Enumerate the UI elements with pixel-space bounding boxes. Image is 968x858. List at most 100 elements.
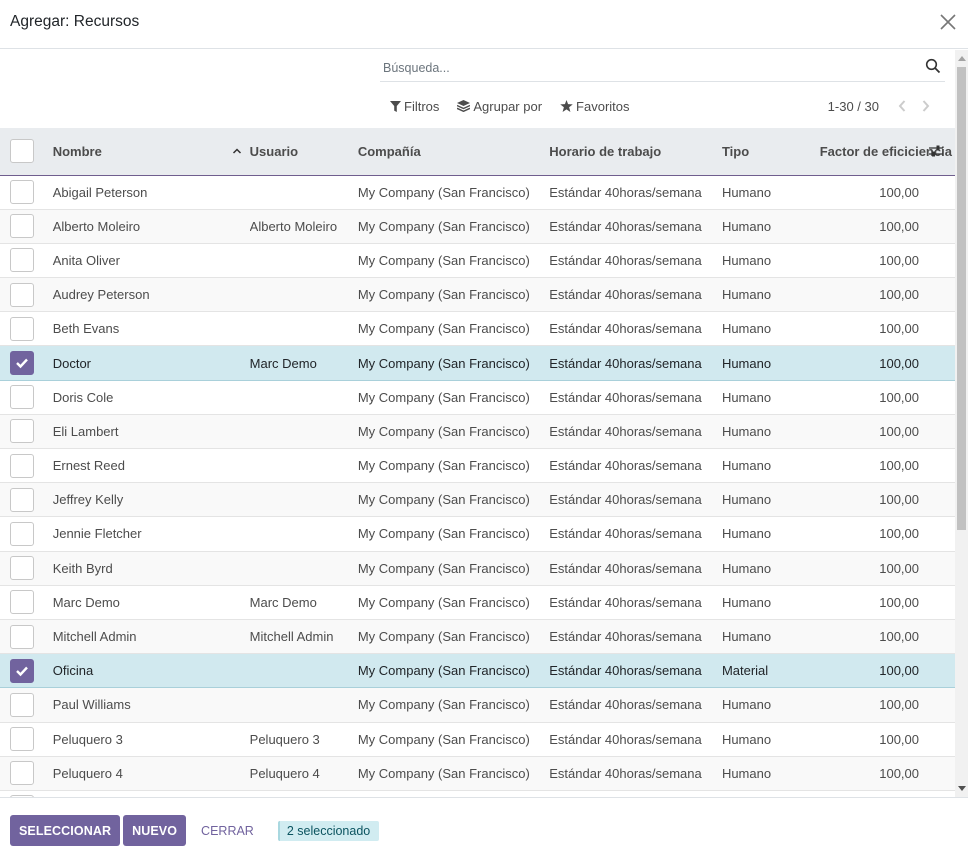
cell-type[interactable]: Humano: [722, 414, 820, 448]
column-header-type[interactable]: Tipo: [722, 128, 820, 175]
cell-schedule[interactable]: Estándar 40horas/semana: [549, 243, 722, 277]
cell-company[interactable]: My Company (San Francisco): [358, 483, 549, 517]
row-checkbox[interactable]: [10, 282, 34, 307]
cell-company[interactable]: My Company (San Francisco): [358, 619, 549, 653]
cell-user[interactable]: Marc Demo: [250, 346, 358, 380]
search-input[interactable]: [383, 58, 913, 78]
cell-schedule[interactable]: [549, 790, 722, 797]
cell-efficiency[interactable]: 100,00: [820, 175, 955, 209]
cell-name[interactable]: Abigail Peterson: [45, 175, 250, 209]
row-checkbox[interactable]: [10, 385, 34, 410]
cell-company[interactable]: [358, 790, 549, 797]
cell-user[interactable]: [250, 449, 358, 483]
row-checkbox[interactable]: [10, 692, 34, 717]
cell-efficiency[interactable]: 100,00: [820, 380, 955, 414]
cell-schedule[interactable]: Estándar 40horas/semana: [549, 483, 722, 517]
cell-company[interactable]: My Company (San Francisco): [358, 312, 549, 346]
new-button[interactable]: NUEVO: [123, 815, 187, 846]
cell-name[interactable]: Paul Williams: [45, 688, 250, 722]
cell-user[interactable]: [250, 551, 358, 585]
cell-efficiency[interactable]: 100,00: [820, 346, 955, 380]
cell-company[interactable]: My Company (San Francisco): [358, 722, 549, 756]
table-row[interactable]: Oficina My Company (San Francisco) Estánda…: [0, 653, 955, 688]
cell-user[interactable]: [250, 517, 358, 551]
cell-efficiency[interactable]: 100,00: [820, 414, 955, 448]
cell-company[interactable]: My Company (San Francisco): [358, 278, 549, 312]
cell-user[interactable]: [250, 654, 358, 688]
cell-efficiency[interactable]: 100,00: [820, 449, 955, 483]
cell-schedule[interactable]: Estándar 40horas/semana: [549, 722, 722, 756]
cell-efficiency[interactable]: 100,00: [820, 688, 955, 722]
scroll-up-arrow-icon[interactable]: [958, 56, 966, 61]
cell-user[interactable]: Peluquero 4: [250, 756, 358, 790]
filters-button[interactable]: Filtros: [390, 99, 439, 114]
cell-efficiency[interactable]: 100,00: [820, 585, 955, 619]
row-checkbox[interactable]: [10, 453, 34, 478]
row-checkbox[interactable]: [10, 487, 34, 512]
column-header-user[interactable]: Usuario: [250, 128, 358, 175]
cell-company[interactable]: My Company (San Francisco): [358, 209, 549, 243]
cell-type[interactable]: Humano: [722, 551, 820, 585]
cell-schedule[interactable]: Estándar 40horas/semana: [549, 517, 722, 551]
cell-efficiency[interactable]: 100,00: [820, 243, 955, 277]
cell-schedule[interactable]: Estándar 40horas/semana: [549, 756, 722, 790]
cell-type[interactable]: Humano: [722, 346, 820, 380]
cell-type[interactable]: Humano: [722, 209, 820, 243]
cell-company[interactable]: My Company (San Francisco): [358, 551, 549, 585]
cell-user[interactable]: [250, 312, 358, 346]
cell-efficiency[interactable]: 100,00: [820, 517, 955, 551]
column-header-name[interactable]: Nombre: [45, 128, 250, 175]
row-checkbox[interactable]: [10, 590, 34, 615]
close-dialog-button[interactable]: CERRAR: [189, 815, 266, 846]
cell-name[interactable]: Alberto Moleiro: [45, 209, 250, 243]
cell-user[interactable]: [250, 243, 358, 277]
cell-type[interactable]: Humano: [722, 756, 820, 790]
select-button[interactable]: SELECCIONAR: [10, 815, 121, 846]
cell-type[interactable]: Humano: [722, 243, 820, 277]
close-button[interactable]: [938, 12, 958, 32]
cell-name[interactable]: Jeffrey Kelly: [45, 483, 250, 517]
table-row[interactable]: Alberto Moleiro Alberto Moleiro My Company…: [0, 209, 955, 244]
cell-name[interactable]: Peluquero 4: [45, 756, 250, 790]
cell-efficiency[interactable]: 100,00: [820, 654, 955, 688]
row-checkbox[interactable]: [10, 624, 34, 649]
cell-efficiency[interactable]: 100,00: [820, 312, 955, 346]
cell-schedule[interactable]: Estándar 40horas/semana: [549, 346, 722, 380]
table-row[interactable]: Jennie Fletcher My Company (San Francisco…: [0, 517, 955, 552]
cell-company[interactable]: My Company (San Francisco): [358, 346, 549, 380]
cell-name[interactable]: Peluquero 3: [45, 722, 250, 756]
cell-schedule[interactable]: Estándar 40horas/semana: [549, 414, 722, 448]
cell-user[interactable]: Peluquero 3: [250, 722, 358, 756]
table-row[interactable]: Peluquero 3 Peluquero 3 My Company (San Fr…: [0, 722, 955, 757]
cell-type[interactable]: Humano: [722, 619, 820, 653]
row-checkbox[interactable]: [10, 658, 34, 683]
table-row[interactable]: Peluquero 4 Peluquero 4 My Company (San Fr…: [0, 756, 955, 791]
cell-company[interactable]: My Company (San Francisco): [358, 380, 549, 414]
cell-schedule[interactable]: Estándar 40horas/semana: [549, 312, 722, 346]
cell-efficiency[interactable]: 100,00: [820, 756, 955, 790]
cell-company[interactable]: My Company (San Francisco): [358, 654, 549, 688]
cell-name[interactable]: Anita Oliver: [45, 243, 250, 277]
cell-company[interactable]: My Company (San Francisco): [358, 585, 549, 619]
pager-value[interactable]: 1-30 / 30: [828, 99, 879, 114]
cell-type[interactable]: [722, 790, 820, 797]
select-all-checkbox[interactable]: [10, 139, 34, 164]
cell-schedule[interactable]: Estándar 40horas/semana: [549, 209, 722, 243]
column-header-company[interactable]: Compañía: [358, 128, 549, 175]
cell-type[interactable]: Humano: [722, 449, 820, 483]
cell-type[interactable]: Material: [722, 654, 820, 688]
column-header-efficiency[interactable]: Factor de eficiciencia: [820, 128, 955, 175]
cell-schedule[interactable]: Estándar 40horas/semana: [549, 654, 722, 688]
cell-name[interactable]: Marc Demo: [45, 585, 250, 619]
cell-name[interactable]: Audrey Peterson: [45, 278, 250, 312]
vertical-scrollbar[interactable]: [955, 50, 968, 797]
cell-company[interactable]: My Company (San Francisco): [358, 175, 549, 209]
optional-columns-icon[interactable]: [929, 144, 943, 158]
cell-name[interactable]: Jennie Fletcher: [45, 517, 250, 551]
cell-company[interactable]: My Company (San Francisco): [358, 688, 549, 722]
scroll-down-arrow-icon[interactable]: [958, 786, 966, 791]
cell-type[interactable]: Humano: [722, 688, 820, 722]
cell-name[interactable]: Eli Lambert: [45, 414, 250, 448]
cell-efficiency[interactable]: 100,00: [820, 722, 955, 756]
scrollbar-thumb[interactable]: [957, 67, 966, 530]
